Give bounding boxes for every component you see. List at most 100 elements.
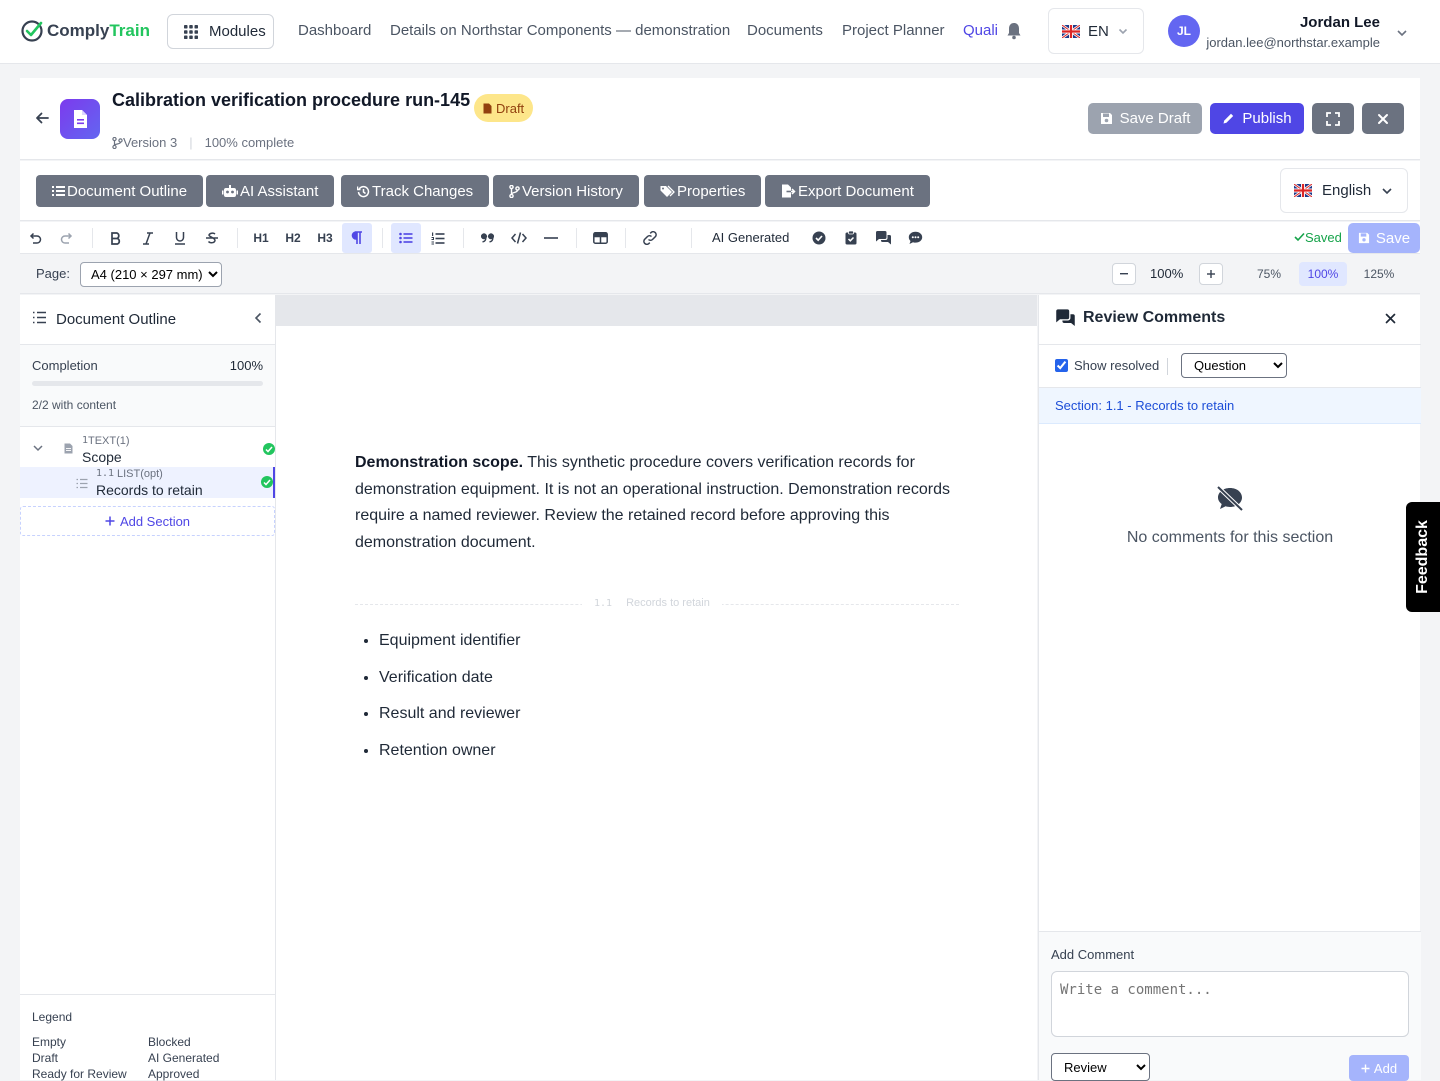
outline-node-label: Records to retain xyxy=(96,482,203,498)
horizontal-rule-icon[interactable] xyxy=(536,223,566,253)
comment-type-filter[interactable]: Question xyxy=(1181,353,1287,378)
tab-document-outline[interactable]: Document Outline xyxy=(36,175,204,207)
legend-item-approved: Approved xyxy=(148,1067,200,1081)
user-menu-chevron-icon[interactable] xyxy=(1396,26,1408,44)
heading-2-button[interactable]: H2 xyxy=(278,223,308,253)
back-arrow-icon[interactable] xyxy=(34,110,50,131)
nav-link-project-details[interactable]: Details on Northstar Components — demons… xyxy=(390,22,730,39)
robot-icon xyxy=(222,184,238,197)
nav-link-project-planner[interactable]: Project Planner xyxy=(842,22,945,39)
comment-slash-icon xyxy=(1215,485,1245,516)
underline-icon[interactable] xyxy=(165,223,195,253)
redo-icon[interactable] xyxy=(52,223,82,253)
completion-label: Completion xyxy=(32,358,98,373)
document-icon xyxy=(60,99,100,139)
strikethrough-icon[interactable] xyxy=(197,223,227,253)
bullet-list-icon[interactable] xyxy=(391,223,421,253)
add-comment-button[interactable]: Add xyxy=(1349,1055,1409,1081)
comments-section-label: Section: 1.1 - Records to retain xyxy=(1039,388,1421,424)
list-item[interactable]: Result and reviewer xyxy=(379,702,520,739)
publish-button[interactable]: Publish xyxy=(1210,103,1304,134)
complytrain-logo[interactable]: Comply Train xyxy=(20,18,150,44)
feedback-tab[interactable]: Feedback xyxy=(1406,502,1440,612)
ai-generated-button[interactable]: AI Generated xyxy=(712,230,789,245)
save-button-label: Save xyxy=(1375,229,1411,247)
records-list[interactable]: Equipment identifier Verification date R… xyxy=(379,629,520,776)
zoom-preset-100[interactable]: 100% xyxy=(1299,262,1347,286)
close-editor-button[interactable] xyxy=(1362,103,1404,134)
saved-indicator-label: Saved xyxy=(1305,230,1342,245)
heading-1-button[interactable]: H1 xyxy=(246,223,276,253)
clipboard-check-icon[interactable] xyxy=(836,223,866,253)
comment-dots-icon[interactable] xyxy=(900,223,930,253)
user-avatar[interactable]: JL xyxy=(1168,15,1200,47)
fullscreen-button[interactable] xyxy=(1312,103,1354,134)
bold-icon[interactable] xyxy=(101,223,131,253)
document-meta: Version 3 | 100% complete xyxy=(112,135,294,150)
modules-label: Modules xyxy=(209,23,266,40)
list-item[interactable]: Equipment identifier xyxy=(379,629,520,666)
pencil-icon xyxy=(1223,113,1234,124)
tab-properties[interactable]: Properties xyxy=(644,175,762,207)
quote-icon[interactable] xyxy=(472,223,502,253)
completion-summary: Completion 100% 2/2 with content xyxy=(20,345,275,427)
list-item[interactable]: Retention owner xyxy=(379,739,520,776)
zoom-in-button[interactable] xyxy=(1199,263,1223,285)
list-icon xyxy=(32,311,47,329)
show-resolved-checkbox[interactable] xyxy=(1055,359,1068,372)
add-section-button[interactable]: Add Section xyxy=(20,506,275,536)
list-item[interactable]: Verification date xyxy=(379,666,520,703)
tab-ai-assistant-label: AI Assistant xyxy=(240,182,319,200)
zoom-out-button[interactable] xyxy=(1112,263,1136,285)
save-button[interactable]: Save xyxy=(1348,223,1420,253)
tab-ai-assistant[interactable]: AI Assistant xyxy=(206,175,335,207)
bell-icon[interactable] xyxy=(1006,22,1022,45)
tab-track-changes[interactable]: Track Changes xyxy=(341,175,490,207)
zoom-preset-75[interactable]: 75% xyxy=(1245,262,1293,286)
heading-3-button[interactable]: H3 xyxy=(310,223,340,253)
scope-paragraph[interactable]: Demonstration scope. This synthetic proc… xyxy=(355,450,965,556)
expand-chevron-icon[interactable] xyxy=(32,440,44,458)
comment-kind-select[interactable]: Review xyxy=(1051,1053,1150,1081)
tab-version-history[interactable]: Version History xyxy=(493,175,639,207)
user-email: jordan.lee@northstar.example xyxy=(1206,35,1380,50)
outline-node-scope[interactable]: 1 TEXT(1) Scope xyxy=(20,428,275,465)
link-icon[interactable] xyxy=(635,223,665,253)
grid-icon xyxy=(184,24,198,39)
user-name: Jordan Lee xyxy=(1299,14,1380,31)
content-language-select[interactable]: English xyxy=(1280,168,1408,213)
nav-link-dashboard[interactable]: Dashboard xyxy=(298,22,371,39)
document-page[interactable]: Demonstration scope. This synthetic proc… xyxy=(276,326,1037,1080)
outline-node-number: 1.1 xyxy=(96,468,115,479)
collapse-chevron-icon[interactable] xyxy=(252,311,264,330)
zoom-preset-125[interactable]: 125% xyxy=(1355,262,1403,286)
language-switcher[interactable]: EN xyxy=(1048,8,1144,54)
completion-value: 100% xyxy=(229,358,263,373)
modules-button[interactable]: Modules xyxy=(167,14,274,49)
save-draft-button[interactable]: Save Draft xyxy=(1088,103,1202,134)
comments-title: Review Comments xyxy=(1083,309,1226,326)
italic-icon[interactable] xyxy=(133,223,163,253)
comment-input[interactable] xyxy=(1051,971,1409,1037)
numbered-list-icon[interactable] xyxy=(423,223,453,253)
table-icon[interactable] xyxy=(585,223,615,253)
nav-link-documents[interactable]: Documents xyxy=(747,22,823,39)
comments-icon[interactable] xyxy=(868,223,898,253)
close-icon[interactable] xyxy=(1385,311,1396,329)
check-circle-icon[interactable] xyxy=(804,223,834,253)
expand-icon xyxy=(1326,111,1340,126)
page-size-select[interactable]: A4 (210 × 297 mm) xyxy=(80,262,222,287)
plus-icon xyxy=(105,516,115,526)
legend-item-blocked: Blocked xyxy=(148,1035,191,1049)
show-resolved-label[interactable]: Show resolved xyxy=(1074,358,1159,373)
nav-link-quali[interactable]: Quali xyxy=(963,22,998,39)
legend-item-empty: Empty xyxy=(32,1035,67,1049)
tab-export-document[interactable]: Export Document xyxy=(765,175,930,207)
code-icon[interactable] xyxy=(504,223,534,253)
outline-node-records-to-retain[interactable]: 1.1 LIST(opt) Records to retain xyxy=(20,467,275,498)
document-outline-panel: Document Outline Completion 100% 2/2 wit… xyxy=(20,295,276,1081)
paragraph-icon[interactable] xyxy=(342,223,372,253)
comments-header: Review Comments xyxy=(1039,295,1421,345)
undo-icon[interactable] xyxy=(20,223,50,253)
uk-flag-icon xyxy=(1294,184,1312,197)
